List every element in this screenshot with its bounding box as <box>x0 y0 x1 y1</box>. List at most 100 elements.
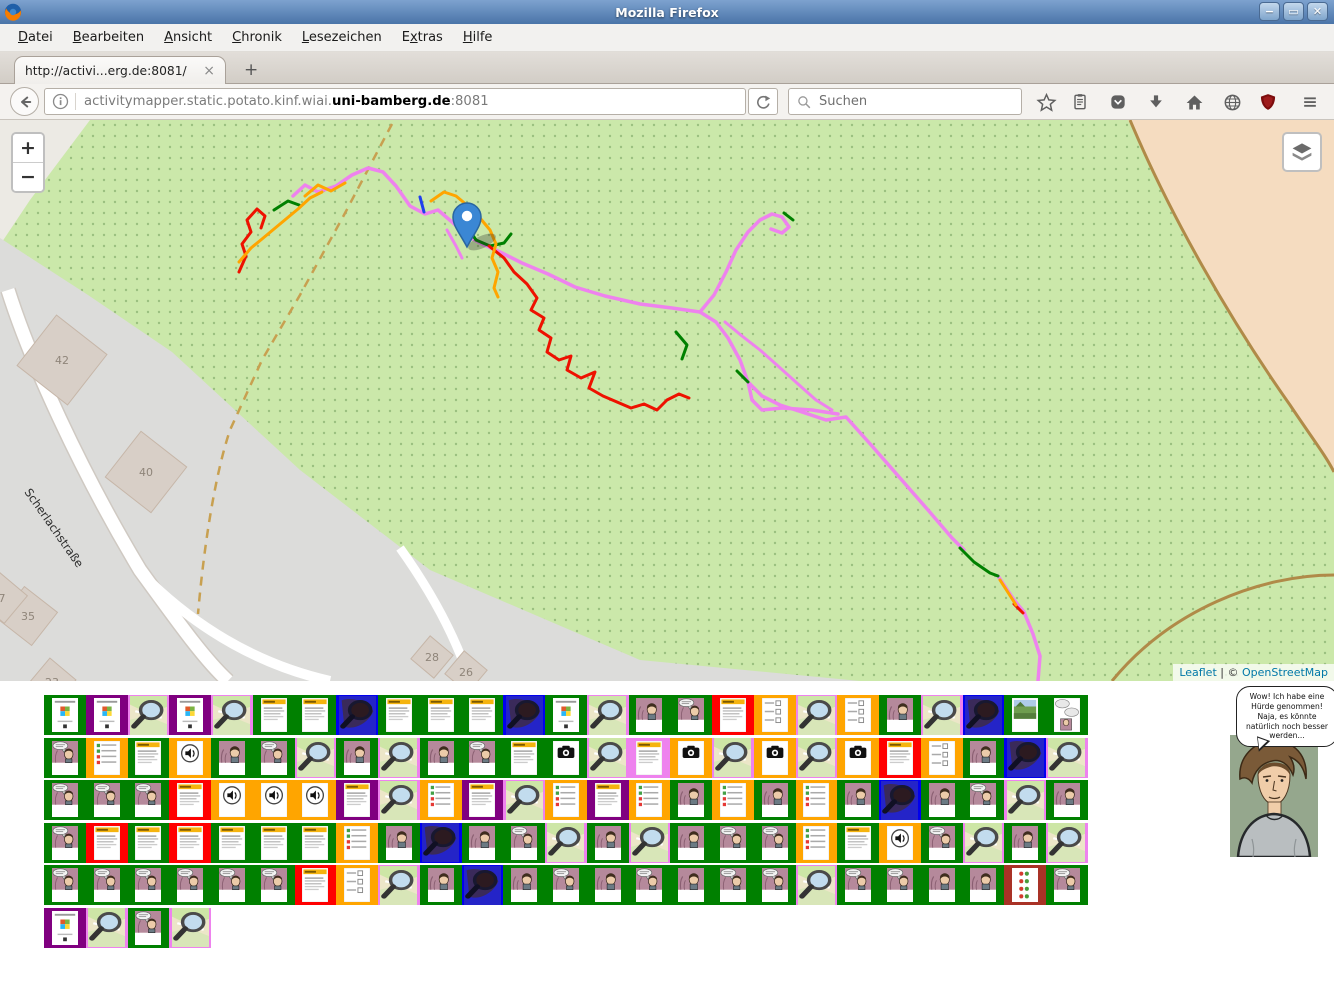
grid-tile-doc[interactable] <box>378 695 420 735</box>
grid-tile-bubble[interactable] <box>253 738 295 778</box>
search-input[interactable] <box>817 93 1021 110</box>
grid-tile-bubble[interactable] <box>921 823 963 863</box>
grid-tile-darkmap[interactable] <box>963 695 1005 735</box>
grid-tile-audio[interactable] <box>253 780 295 820</box>
grid-tile-darkmap[interactable] <box>420 823 462 863</box>
grid-tile-camera[interactable] <box>545 738 587 778</box>
grid-tile-bubble[interactable] <box>44 780 86 820</box>
maximize-button[interactable]: ▭ <box>1283 2 1304 21</box>
grid-tile-portrait[interactable] <box>963 865 1005 905</box>
grid-tile-audio[interactable] <box>879 823 921 863</box>
grid-tile-portrait[interactable] <box>670 865 712 905</box>
grid-tile-bubble[interactable] <box>128 908 170 948</box>
grid-tile-map[interactable] <box>378 738 420 778</box>
osm-link[interactable]: OpenStreetMap <box>1242 666 1328 679</box>
grid-tile-bubble[interactable] <box>837 865 879 905</box>
grid-tile-bubble[interactable] <box>963 780 1005 820</box>
grid-tile-bubble[interactable] <box>462 738 504 778</box>
grid-tile-doc[interactable] <box>462 695 504 735</box>
grid-tile-bubble[interactable] <box>670 695 712 735</box>
grid-tile-map[interactable] <box>378 865 420 905</box>
menu-bearbeiten[interactable]: Bearbeiten <box>63 26 154 49</box>
grid-tile-portrait[interactable] <box>1004 823 1046 863</box>
grid-tile-portrait[interactable] <box>754 780 796 820</box>
grid-tile-doc[interactable] <box>86 823 128 863</box>
home-button[interactable] <box>1182 90 1206 114</box>
privacy-extension-button[interactable] <box>1220 90 1244 114</box>
back-button[interactable] <box>10 87 39 116</box>
reading-list-button[interactable] <box>1068 90 1092 114</box>
grid-tile-portrait[interactable] <box>963 738 1005 778</box>
grid-tile-bubble[interactable] <box>253 865 295 905</box>
grid-tile-bubble[interactable] <box>754 823 796 863</box>
grid-tile-bubble[interactable] <box>211 865 253 905</box>
grid-tile-comic[interactable] <box>1046 695 1088 735</box>
grid-tile-doc[interactable] <box>629 738 671 778</box>
grid-tile-map[interactable] <box>1046 823 1088 863</box>
grid-tile-map[interactable] <box>545 823 587 863</box>
grid-tile-map[interactable] <box>86 908 128 948</box>
search-box[interactable] <box>788 88 1022 115</box>
grid-tile-bubble[interactable] <box>169 865 211 905</box>
menu-chronik[interactable]: Chronik <box>222 26 292 49</box>
leaflet-link[interactable]: Leaflet <box>1179 666 1216 679</box>
grid-tile-map[interactable] <box>796 695 838 735</box>
grid-tile-checklist[interactable] <box>796 823 838 863</box>
new-tab-button[interactable]: + <box>238 60 264 80</box>
grid-tile-map[interactable] <box>921 695 963 735</box>
grid-tile-doc[interactable] <box>295 865 337 905</box>
grid-tile-card[interactable] <box>44 695 86 735</box>
grid-tile-bubble[interactable] <box>128 865 170 905</box>
grid-tile-doc[interactable] <box>462 780 504 820</box>
url-bar[interactable]: activitymapper.static.potato.kinf.wiai.u… <box>44 88 746 115</box>
ublock-button[interactable] <box>1256 90 1280 114</box>
grid-tile-checklist[interactable] <box>712 780 754 820</box>
grid-tile-checklist[interactable] <box>629 780 671 820</box>
grid-tile-photo[interactable] <box>1004 695 1046 735</box>
grid-tile-bubble[interactable] <box>86 780 128 820</box>
map-canvas[interactable]: 4240357282623 Scherlachstraße <box>0 120 1334 681</box>
close-button[interactable]: ✕ <box>1307 2 1328 21</box>
grid-tile-doc[interactable] <box>169 780 211 820</box>
grid-tile-card[interactable] <box>169 695 211 735</box>
grid-tile-portrait[interactable] <box>587 865 629 905</box>
grid-tile-portrait[interactable] <box>629 695 671 735</box>
zoom-out-button[interactable]: − <box>13 163 43 191</box>
grid-tile-doc[interactable] <box>712 695 754 735</box>
grid-tile-map[interactable] <box>796 865 838 905</box>
menu-button[interactable] <box>1296 90 1324 114</box>
menu-lesezeichen[interactable]: Lesezeichen <box>292 26 392 49</box>
zoom-in-button[interactable]: + <box>13 134 43 163</box>
grid-tile-bubble[interactable] <box>712 865 754 905</box>
grid-tile-card[interactable] <box>44 908 86 948</box>
grid-tile-portrait[interactable] <box>837 780 879 820</box>
grid-tile-map[interactable] <box>378 780 420 820</box>
grid-tile-darkmap[interactable] <box>503 695 545 735</box>
grid-tile-doc[interactable] <box>336 780 378 820</box>
grid-tile-bubble[interactable] <box>545 865 587 905</box>
grid-tile-doc[interactable] <box>128 738 170 778</box>
grid-tile-map[interactable] <box>963 823 1005 863</box>
grid-tile-audio[interactable] <box>211 780 253 820</box>
grid-tile-doc[interactable] <box>128 823 170 863</box>
grid-tile-bubble[interactable] <box>44 823 86 863</box>
bookmark-star-button[interactable] <box>1034 90 1058 114</box>
grid-tile-form[interactable] <box>921 738 963 778</box>
grid-tile-camera[interactable] <box>837 738 879 778</box>
grid-tile-portrait[interactable] <box>670 823 712 863</box>
grid-tile-map[interactable] <box>503 780 545 820</box>
grid-tile-hearts[interactable] <box>1004 865 1046 905</box>
grid-tile-portrait[interactable] <box>211 738 253 778</box>
grid-tile-doc[interactable] <box>420 695 462 735</box>
grid-tile-form[interactable] <box>837 695 879 735</box>
grid-tile-portrait[interactable] <box>1046 780 1088 820</box>
grid-tile-doc[interactable] <box>879 738 921 778</box>
grid-tile-map[interactable] <box>295 738 337 778</box>
grid-tile-portrait[interactable] <box>921 865 963 905</box>
tab-close-button[interactable]: × <box>203 63 215 79</box>
grid-tile-form[interactable] <box>336 865 378 905</box>
grid-tile-portrait[interactable] <box>336 738 378 778</box>
grid-tile-bubble[interactable] <box>44 865 86 905</box>
grid-tile-doc[interactable] <box>503 738 545 778</box>
grid-tile-camera[interactable] <box>670 738 712 778</box>
